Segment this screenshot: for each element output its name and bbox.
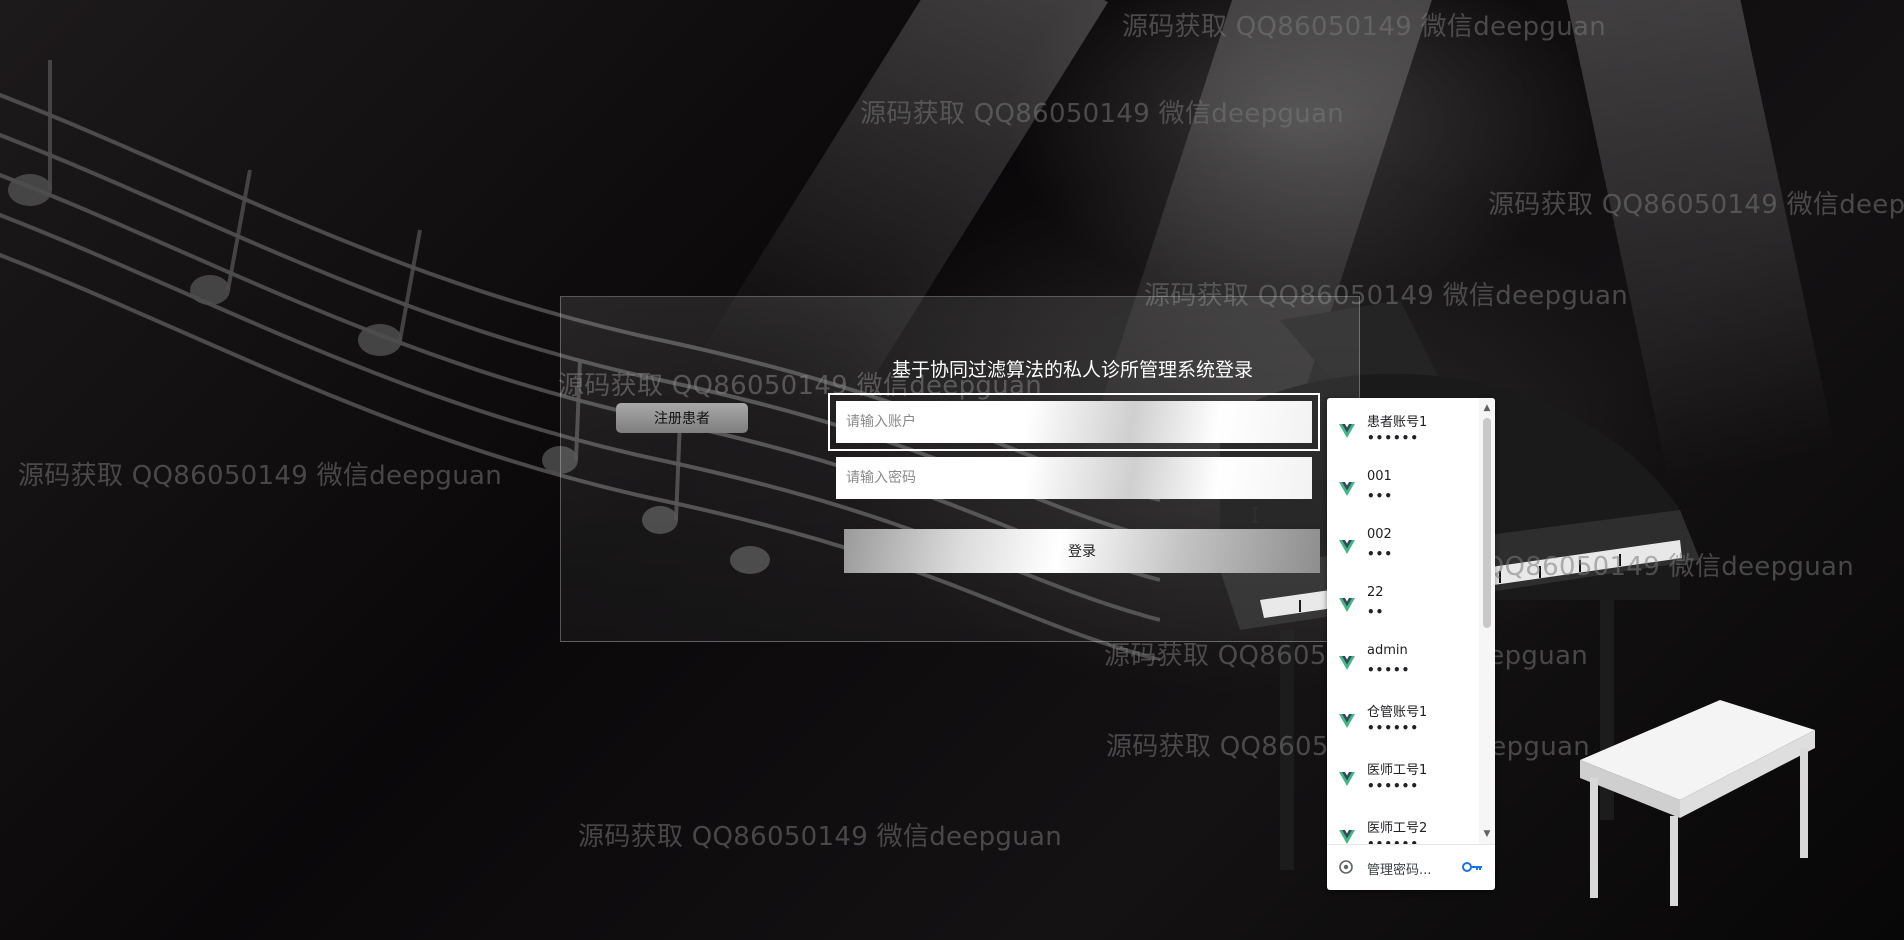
saved-password-mask: ••• [1367, 489, 1394, 503]
account-field-wrapper [828, 393, 1320, 523]
piano-bench-image [1580, 700, 1815, 906]
saved-credentials-list: 患者账号1 •••••• 001 ••• 002 ••• 22 •• admin [1327, 398, 1479, 844]
watermark-text: 源码获取 QQ86050149 微信deepguan [18, 461, 502, 491]
saved-username: 002 [1367, 527, 1392, 542]
saved-credential-item[interactable]: 患者账号1 •••••• [1327, 398, 1479, 456]
login-panel: 基于协同过滤算法的私人诊所管理系统登录 注册患者 登录 [560, 296, 1360, 642]
saved-password-mask: ••••• [1367, 663, 1411, 677]
register-patient-button[interactable]: 注册患者 [616, 403, 748, 433]
saved-password-mask: •••••• [1367, 779, 1420, 793]
saved-credential-item[interactable]: 22 •• [1327, 572, 1479, 630]
saved-password-mask: •••••• [1367, 431, 1420, 445]
saved-username: admin [1367, 643, 1408, 658]
autofill-scrollbar[interactable]: ▲ ▼ [1479, 398, 1495, 844]
page-title: 基于协同过滤算法的私人诊所管理系统登录 [892, 359, 1254, 381]
saved-password-mask: •••••• [1367, 721, 1420, 735]
vue-logo-icon [1339, 830, 1355, 844]
manage-passwords-label: 管理密码... [1367, 863, 1432, 878]
saved-credential-item[interactable]: 医师工号2 •••••• [1327, 804, 1479, 844]
saved-username: 仓管账号1 [1367, 705, 1428, 720]
vue-logo-icon [1339, 656, 1355, 670]
vue-logo-icon [1339, 598, 1355, 612]
vue-logo-icon [1339, 772, 1355, 786]
saved-password-mask: •••••• [1367, 837, 1420, 844]
watermark-text: 源码获取 QQ86050149 微信deepguan [578, 822, 1062, 852]
password-field-wrapper [836, 457, 1312, 499]
vue-logo-icon [1339, 540, 1355, 554]
scroll-down-icon[interactable]: ▼ [1483, 830, 1491, 839]
vue-logo-icon [1339, 714, 1355, 728]
account-input[interactable] [836, 401, 1312, 443]
saved-username: 22 [1367, 585, 1384, 600]
text-cursor-icon [1252, 507, 1258, 523]
key-icon [1462, 862, 1482, 872]
vue-logo-icon [1339, 424, 1355, 438]
saved-credential-item[interactable]: 002 ••• [1327, 514, 1479, 572]
saved-credential-item[interactable]: admin ••••• [1327, 630, 1479, 688]
saved-username: 医师工号1 [1367, 763, 1428, 778]
saved-username: 001 [1367, 469, 1392, 484]
scrollbar-thumb[interactable] [1483, 418, 1491, 628]
watermark-text: 源码获取 QQ86050149 微信deepguan [860, 99, 1344, 129]
manage-passwords-row[interactable]: 管理密码... [1327, 844, 1495, 890]
saved-username: 医师工号2 [1367, 821, 1428, 836]
password-input[interactable] [836, 457, 1312, 499]
scroll-up-icon[interactable]: ▲ [1483, 404, 1491, 413]
saved-username: 患者账号1 [1367, 415, 1428, 430]
watermark-text: 源码获取 QQ86050149 微信deepguan [1488, 190, 1904, 220]
password-autofill-dropdown: 患者账号1 •••••• 001 ••• 002 ••• 22 •• admin [1327, 398, 1495, 890]
gear-icon [1339, 860, 1353, 874]
saved-credential-item[interactable]: 医师工号1 •••••• [1327, 746, 1479, 804]
login-button[interactable]: 登录 [844, 529, 1320, 573]
saved-credential-item[interactable]: 仓管账号1 •••••• [1327, 688, 1479, 746]
saved-credential-item[interactable]: 001 ••• [1327, 456, 1479, 514]
watermark-text: 源码获取 QQ86050149 微信deepguan [1122, 12, 1606, 42]
saved-password-mask: ••• [1367, 547, 1394, 561]
vue-logo-icon [1339, 482, 1355, 496]
saved-password-mask: •• [1367, 605, 1385, 619]
background-scene: 源码获取 QQ86050149 微信deepguan 源码获取 QQ860501… [0, 0, 1904, 940]
